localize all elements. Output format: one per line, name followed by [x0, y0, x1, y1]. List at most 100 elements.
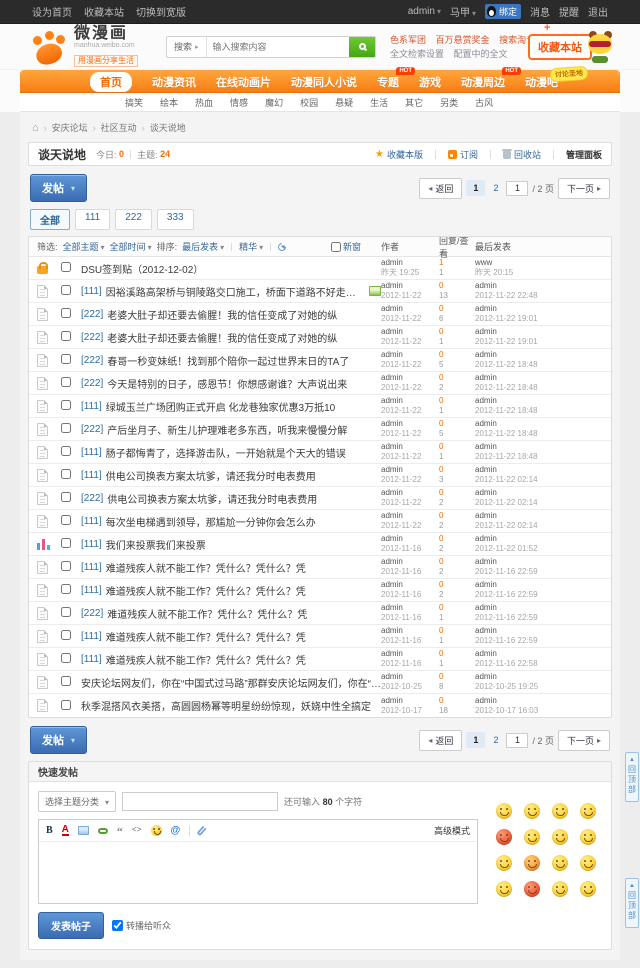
refresh-icon[interactable] [277, 241, 288, 252]
alt-account-menu[interactable]: 马甲 [450, 4, 476, 19]
emoticon-happy[interactable] [552, 803, 568, 819]
nav-item-home[interactable]: 首页 [90, 72, 132, 92]
thread-title-link[interactable]: 供电公司换表方案太坑爹，请还我分时电表费用 [107, 491, 317, 506]
subnav-item[interactable]: 热血 [195, 96, 213, 109]
thread-title-link[interactable]: 春哥一秒变妹纸！找到那个陪你一起过世界末日的TA了 [107, 353, 349, 368]
code-icon[interactable]: <> [132, 826, 142, 835]
qq-bind-badge[interactable]: 绑定 [485, 4, 521, 19]
lastpost-author-link[interactable]: admin [475, 442, 497, 451]
lastpost-author-link[interactable]: admin [475, 396, 497, 405]
thread-title-link[interactable]: 今天是特别的日子，感恩节！你想感谢谁？大声说出来 [107, 376, 347, 391]
subnav-item[interactable]: 绘本 [160, 96, 178, 109]
thread-prefix[interactable]: [222] [81, 493, 103, 504]
thread-title-link[interactable]: 每次坐电梯遇到领导，那尴尬一分钟你会怎么办 [106, 514, 316, 529]
lastpost-author-link[interactable]: admin [475, 350, 497, 359]
thread-author-link[interactable]: admin [381, 580, 403, 589]
lastpost-author-link[interactable]: admin [475, 626, 497, 635]
thread-author-link[interactable]: admin [381, 557, 403, 566]
subscribe-link[interactable]: 订阅 [448, 148, 478, 161]
open-newwindow-checkbox[interactable] [331, 242, 341, 252]
thread-prefix[interactable]: [222] [81, 424, 103, 435]
thread-checkbox[interactable] [61, 676, 71, 686]
nav-item-merch[interactable]: 动漫周边HOT [461, 74, 505, 90]
subnav-item[interactable]: 其它 [405, 96, 423, 109]
thread-checkbox[interactable] [61, 354, 71, 364]
nav-item-games[interactable]: 游戏 [419, 74, 441, 90]
lastpost-author-link[interactable]: admin [475, 488, 497, 497]
switch-wide-link[interactable]: 切换到宽版 [136, 4, 186, 19]
emoticon-shy[interactable] [496, 881, 512, 897]
emoticon-wink[interactable] [580, 829, 596, 845]
thread-checkbox[interactable] [61, 377, 71, 387]
back-button[interactable]: 返回 [419, 178, 462, 199]
thread-checkbox[interactable] [61, 561, 71, 571]
nav-item-topics[interactable]: 专题HOT [377, 74, 399, 90]
new-post-button[interactable]: 发帖 [30, 726, 87, 754]
subnav-item[interactable]: 魔幻 [265, 96, 283, 109]
thread-checkbox[interactable] [61, 538, 71, 548]
lastpost-author-link[interactable]: admin [475, 327, 497, 336]
new-post-button[interactable]: 发帖 [30, 174, 87, 202]
username-menu[interactable]: admin [408, 6, 441, 17]
emoticon-shock[interactable] [524, 881, 540, 897]
next-page-button[interactable]: 下一页 [558, 178, 610, 199]
thread-prefix[interactable]: [111] [81, 286, 102, 297]
thread-title-link[interactable]: DSU签到贴（2012-12-02） [81, 261, 203, 276]
quote-icon[interactable]: “ [117, 827, 123, 835]
digest-dropdown[interactable]: 精华 [239, 240, 263, 253]
site-logo[interactable]: 微漫画 manhua.weibo.com 用漫画分享生活 [32, 26, 138, 68]
thread-author-link[interactable]: admin [381, 396, 403, 405]
favorite-forum-link[interactable]: 收藏本版 [375, 148, 423, 161]
subnav-item[interactable]: 另类 [440, 96, 458, 109]
breadcrumb-forum-link[interactable]: 安庆论坛 [52, 121, 88, 134]
emoticon-rage[interactable] [496, 829, 512, 845]
thread-checkbox[interactable] [61, 423, 71, 433]
lastpost-author-link[interactable]: www [475, 258, 492, 267]
insert-image-icon[interactable] [78, 826, 89, 835]
thread-checkbox[interactable] [61, 308, 71, 318]
emoticon-laugh[interactable] [580, 803, 596, 819]
thread-title-link[interactable]: 老婆大肚子却还要去偷腥！我的信任变成了对她的纵 [107, 307, 337, 322]
thread-checkbox[interactable] [61, 285, 71, 295]
next-page-button[interactable]: 下一页 [558, 730, 610, 751]
thread-prefix[interactable]: [111] [81, 539, 102, 550]
emoticon-sad[interactable] [524, 803, 540, 819]
emoticon-grin[interactable] [580, 855, 596, 871]
thread-checkbox[interactable] [61, 653, 71, 663]
thread-checkbox[interactable] [61, 607, 71, 617]
subnav-item[interactable]: 悬疑 [335, 96, 353, 109]
back-button[interactable]: 返回 [419, 730, 462, 751]
emoticon-smirk[interactable] [496, 855, 512, 871]
thread-title-link[interactable]: 安庆论坛网友们，你在“中国式过马路”那群安庆论坛网友们，你在“中国式过马路”那群 [81, 675, 381, 690]
thread-author-link[interactable]: admin [381, 511, 403, 520]
emoticon-dull[interactable] [552, 855, 568, 871]
home-icon[interactable] [32, 122, 39, 134]
thread-title-link[interactable]: 我们来投票我们来投票 [106, 537, 206, 552]
filter-tab-222[interactable]: 222 [115, 209, 152, 230]
fulltext-settings-link[interactable]: 全文检索设置 [390, 49, 444, 59]
fulltext-config-link[interactable]: 配置中的全文 [454, 49, 508, 59]
lastpost-author-link[interactable]: admin [475, 672, 497, 681]
back-to-top-widget[interactable]: 回顶部 [625, 752, 639, 802]
thread-prefix[interactable]: [111] [81, 401, 102, 412]
page-jump-input[interactable] [506, 181, 528, 196]
breadcrumb-section-link[interactable]: 社区互动 [101, 121, 137, 134]
emoticon-tongue[interactable] [552, 829, 568, 845]
thread-author-link[interactable]: admin [381, 350, 403, 359]
thread-author-link[interactable]: admin [381, 488, 403, 497]
thread-title-link[interactable]: 供电公司换表方案太坑爹，请还我分时电表费用 [106, 468, 316, 483]
promo-link[interactable]: 百万悬赏奖金 [436, 35, 490, 45]
thread-author-link[interactable]: admin [381, 603, 403, 612]
lastpost-author-link[interactable]: admin [475, 603, 497, 612]
thread-prefix[interactable]: [111] [81, 585, 102, 596]
lastpost-author-link[interactable]: admin [475, 557, 497, 566]
subnav-item[interactable]: 古风 [475, 96, 493, 109]
admin-panel-link[interactable]: 管理面板 [566, 148, 602, 161]
lastpost-author-link[interactable]: admin [475, 281, 497, 290]
emoticon-scold[interactable] [524, 855, 540, 871]
emoticon-smile[interactable] [496, 803, 512, 819]
thread-author-link[interactable]: admin [381, 649, 403, 658]
page-jump-input[interactable] [506, 733, 528, 748]
filter-topic-dropdown[interactable]: 全部主题 [63, 240, 105, 253]
category-select[interactable]: 选择主题分类 [38, 791, 116, 812]
